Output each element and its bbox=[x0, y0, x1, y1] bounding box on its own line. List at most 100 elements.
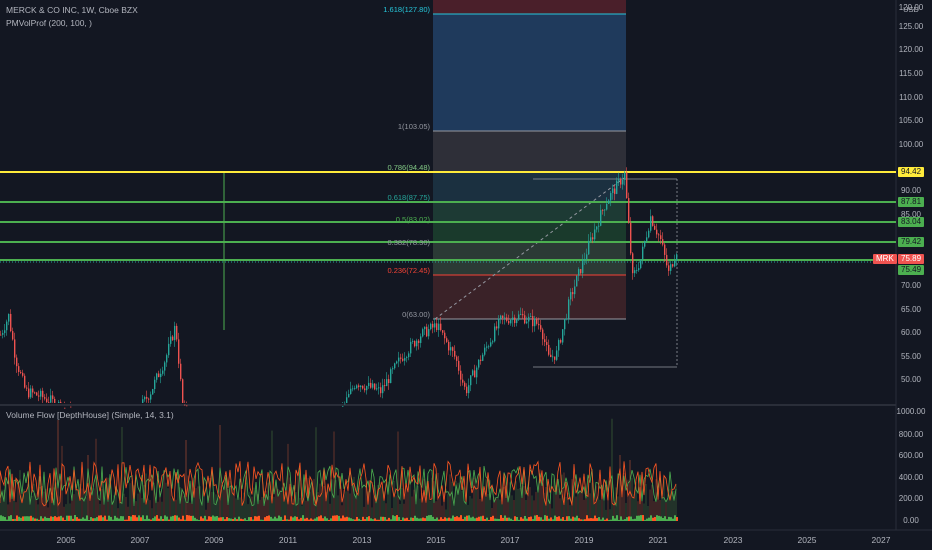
volume-flow-histogram bbox=[26, 516, 28, 521]
current-price-badge[interactable]: 75.89 bbox=[898, 254, 925, 264]
pane-separator[interactable] bbox=[0, 404, 896, 406]
volume-flow-histogram bbox=[558, 516, 560, 521]
volume-flow-histogram bbox=[174, 515, 176, 521]
fib-label-0786: 0.786(94.48) bbox=[387, 163, 430, 172]
volume-flow-histogram bbox=[222, 517, 224, 521]
price-tick: 115.00 bbox=[899, 69, 923, 78]
candle-body bbox=[478, 359, 480, 368]
volume-flow-histogram bbox=[338, 515, 340, 521]
candle-body bbox=[380, 387, 382, 394]
volume-flow-histogram bbox=[294, 516, 296, 521]
candle-body bbox=[596, 226, 598, 230]
volume-flow-histogram bbox=[408, 519, 410, 521]
candle-body bbox=[64, 407, 66, 409]
price-badge-8304[interactable]: 83.04 bbox=[898, 217, 925, 227]
candle-body bbox=[566, 318, 568, 320]
volume-indicator-legend[interactable]: Volume Flow [DepthHouse] (Simple, 14, 3.… bbox=[6, 410, 174, 420]
time-tick: 2011 bbox=[278, 535, 298, 545]
fib-extension-zones[interactable] bbox=[433, 0, 626, 319]
candle-body bbox=[668, 265, 670, 271]
candle-body bbox=[606, 203, 608, 210]
volume-flow-histogram bbox=[542, 519, 544, 521]
chart-canvas[interactable] bbox=[0, 0, 932, 550]
candle-body bbox=[616, 180, 618, 194]
volume-flow-histogram bbox=[8, 516, 10, 521]
volume-flow-histogram bbox=[34, 518, 36, 521]
time-axis[interactable]: 2005 2007 2009 2011 2013 2015 2017 2019 … bbox=[0, 530, 932, 550]
volume-flow-histogram bbox=[494, 518, 496, 521]
volume-flow-histogram bbox=[306, 517, 308, 521]
candle-body bbox=[440, 323, 442, 331]
volume-flow-histogram bbox=[22, 516, 24, 521]
volume-flow-histogram bbox=[560, 518, 562, 521]
volume-flow-histogram bbox=[596, 518, 598, 521]
candle-body bbox=[352, 388, 354, 390]
candle-body bbox=[404, 357, 406, 361]
volume-flow-histogram bbox=[356, 516, 358, 521]
candle-body bbox=[604, 209, 606, 211]
volume-flow-histogram bbox=[42, 518, 44, 521]
candle-body bbox=[504, 317, 506, 319]
candle-body bbox=[640, 259, 642, 269]
volume-flow-histogram bbox=[246, 519, 248, 521]
volume-flow-histogram bbox=[260, 519, 262, 521]
volume-flow-histogram bbox=[352, 519, 354, 521]
volume-flow-histogram bbox=[92, 518, 94, 521]
price-badge-7549[interactable]: 75.49 bbox=[898, 265, 925, 275]
symbol-legend[interactable]: MERCK & CO INC, 1W, Cboe BZX bbox=[6, 5, 138, 15]
volume-flow-histogram bbox=[524, 515, 526, 521]
price-badge-8781[interactable]: 87.81 bbox=[898, 197, 925, 207]
candle-body bbox=[350, 388, 352, 394]
volume-flow-histogram bbox=[450, 518, 452, 521]
candle-body bbox=[506, 317, 508, 321]
candle-body bbox=[614, 188, 616, 194]
candle-body bbox=[164, 362, 166, 371]
volume-flow-histogram bbox=[344, 517, 346, 521]
candle-body bbox=[364, 388, 366, 391]
candle-body bbox=[398, 357, 400, 362]
candle-body bbox=[144, 397, 146, 400]
indicator-legend[interactable]: PMVolProf (200, 100, ) bbox=[6, 18, 92, 28]
volume-flow-histogram bbox=[472, 516, 474, 521]
candle-body bbox=[342, 405, 344, 407]
volume-flow-histogram bbox=[84, 518, 86, 521]
candle-body bbox=[420, 336, 422, 343]
volume-flow-histogram bbox=[162, 518, 164, 521]
volume-flow-histogram bbox=[566, 516, 568, 521]
candle-body bbox=[676, 254, 678, 261]
candle-body bbox=[502, 315, 504, 319]
price-tick: 125.00 bbox=[898, 22, 924, 31]
volume-flow-histogram bbox=[28, 516, 30, 521]
candle-body bbox=[348, 393, 350, 398]
candle-body bbox=[392, 368, 394, 370]
volume-flow-histogram bbox=[70, 515, 72, 521]
volume-flow-histogram bbox=[584, 519, 586, 521]
volume-flow-histogram bbox=[4, 517, 6, 521]
price-tick: 70.00 bbox=[900, 281, 922, 290]
volume-flow-histogram bbox=[210, 516, 212, 521]
fib-label-0618: 0.618(87.75) bbox=[387, 193, 430, 202]
price-badge-7942[interactable]: 79.42 bbox=[898, 237, 925, 247]
volume-flow-histogram bbox=[454, 516, 456, 521]
candle-body bbox=[410, 341, 412, 354]
volume-flow-histogram bbox=[616, 515, 618, 521]
candle-body bbox=[384, 385, 386, 387]
candle-body bbox=[558, 340, 560, 351]
candle-body bbox=[14, 339, 16, 358]
volume-flow-histogram bbox=[328, 519, 330, 521]
price-badge-9442[interactable]: 94.42 bbox=[898, 167, 925, 177]
volume-flow-histogram bbox=[670, 517, 672, 521]
candle-body bbox=[30, 388, 32, 398]
volume-flow-histogram bbox=[452, 515, 454, 521]
symbol-badge[interactable]: MRK bbox=[873, 254, 897, 264]
volume-flow-histogram bbox=[672, 518, 674, 521]
volume-flow-histogram bbox=[580, 519, 582, 521]
candle-body bbox=[16, 357, 18, 367]
volume-flow-plot[interactable] bbox=[0, 418, 678, 521]
volume-flow-histogram bbox=[196, 519, 198, 521]
candle-body bbox=[642, 246, 644, 260]
candle-body bbox=[548, 344, 550, 355]
candle-body bbox=[618, 179, 620, 181]
volume-flow-histogram bbox=[404, 518, 406, 521]
candle-body bbox=[416, 340, 418, 347]
